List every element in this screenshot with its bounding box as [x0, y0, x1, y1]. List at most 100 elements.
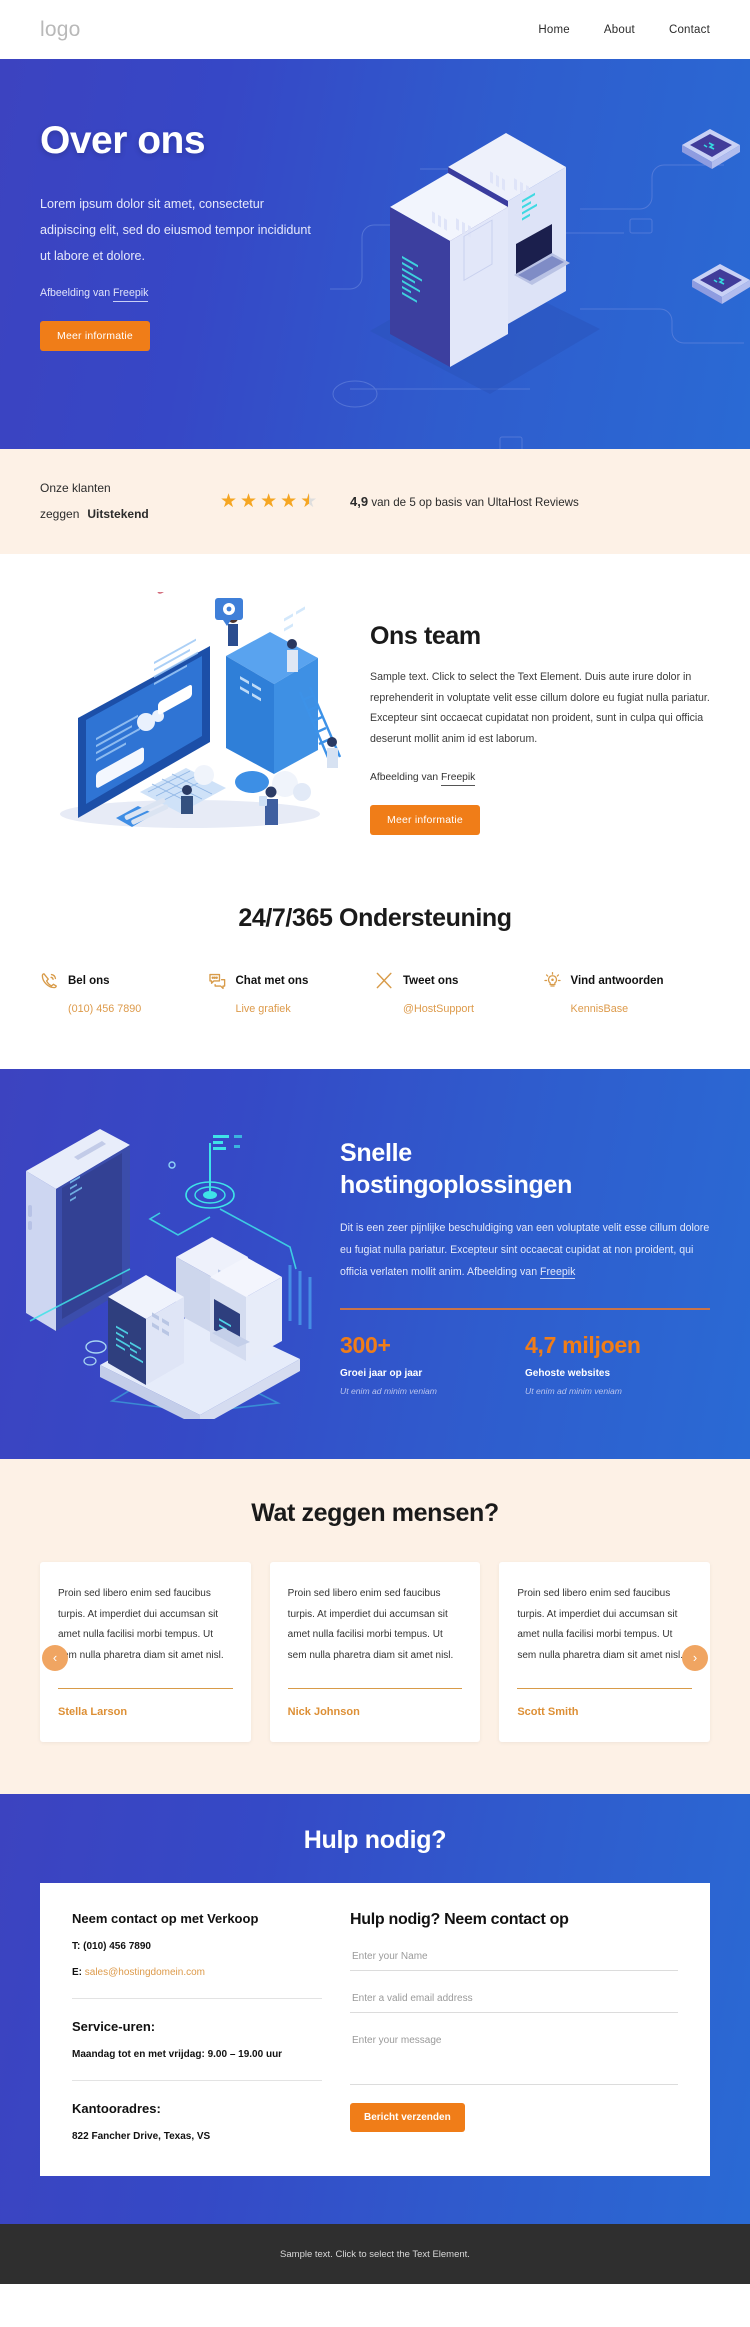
- contact-details: Neem contact op met Verkoop T: (010) 456…: [72, 1911, 322, 2142]
- hosting-stats: 300+ Groei jaar op jaar Ut enim ad minim…: [340, 1332, 710, 1396]
- reviews-line2-prefix: zeggen: [40, 506, 80, 521]
- chevron-right-icon[interactable]: ›: [682, 1644, 708, 1671]
- star-half-icon: ★: [300, 491, 319, 512]
- hosting-body: Dit is een zeer pijnlijke beschuldiging …: [340, 1217, 710, 1284]
- contact-divider: [72, 2080, 322, 2081]
- support-item-answers: Vind antwoorden KennisBase: [543, 971, 711, 1015]
- hosting-credit-prefix: Afbeelding van: [467, 1266, 541, 1279]
- hero-credit-link[interactable]: Freepik: [113, 287, 149, 303]
- contact-email: E: sales@hostingdomein.com: [72, 1967, 322, 1978]
- testimonial-author: Nick Johnson: [287, 1706, 360, 1718]
- email-input[interactable]: [350, 1981, 678, 2013]
- nav-item-contact[interactable]: Contact: [669, 24, 710, 36]
- hosting-content: Snelle hostingoplossingen Dit is een zee…: [340, 1109, 710, 1419]
- contact-section: Hulp nodig? Neem contact op met Verkoop …: [0, 1794, 750, 2224]
- team-image-credit: Afbeelding van Freepik: [370, 771, 710, 786]
- team-body: Sample text. Click to select the Text El…: [370, 671, 710, 745]
- address-value: 822 Fancher Drive, Texas, VS: [72, 2131, 211, 2142]
- hero-content: Over ons Lorem ipsum dolor sit amet, con…: [0, 59, 330, 352]
- team-section: Ons team Sample text. Click to select th…: [0, 554, 750, 888]
- testimonials-section: Wat zeggen mensen? Proin sed libero enim…: [0, 1459, 750, 1794]
- chat-icon: [208, 971, 227, 990]
- support-section: 24/7/365 Ondersteuning Bel ons (010) 456…: [0, 888, 750, 1069]
- contact-card: Neem contact op met Verkoop T: (010) 456…: [40, 1883, 710, 2176]
- support-item-sub[interactable]: KennisBase: [571, 1003, 711, 1015]
- email-value[interactable]: sales@hostingdomein.com: [82, 1967, 205, 1978]
- nav-item-about[interactable]: About: [604, 24, 635, 36]
- reviews-score: 4,9: [350, 494, 369, 509]
- hosting-title-line2: hostingoplossingen: [340, 1171, 573, 1199]
- submit-button[interactable]: Bericht verzenden: [350, 2103, 465, 2132]
- stat-value: 4,7 miljoen: [525, 1331, 641, 1358]
- address-heading: Kantooradres:: [72, 2101, 161, 2116]
- testimonial-quote: Proin sed libero enim sed faucibus turpi…: [287, 1588, 454, 1661]
- hours-value: Maandag tot en met vrijdag: 9.00 – 19.00…: [72, 2049, 283, 2060]
- hosting-credit-link[interactable]: Freepik: [540, 1266, 576, 1280]
- sales-heading: Neem contact op met Verkoop: [72, 1911, 259, 1926]
- team-illustration: [60, 592, 342, 828]
- testimonial-card: Proin sed libero enim sed faucibus turpi…: [499, 1562, 711, 1742]
- name-input[interactable]: [350, 1939, 678, 1971]
- testimonials-title: Wat zeggen mensen?: [251, 1499, 499, 1527]
- testimonial-divider: [287, 1688, 463, 1689]
- reviews-strip: Onze klanten zeggen Uitstekend ★ ★ ★ ★ ★ …: [0, 449, 750, 554]
- support-item-title: Chat met ons: [235, 974, 309, 987]
- support-item-sub[interactable]: @HostSupport: [403, 1003, 543, 1015]
- stat-label: Gehoste websites: [525, 1367, 611, 1379]
- stat-growth: 300+ Groei jaar op jaar Ut enim ad minim…: [340, 1332, 525, 1396]
- support-item-title: Vind antwoorden: [570, 974, 664, 987]
- site-footer: Sample text. Click to select the Text El…: [0, 2224, 750, 2284]
- phone-value[interactable]: (010) 456 7890: [80, 1941, 151, 1952]
- chevron-left-icon[interactable]: ‹: [42, 1644, 68, 1671]
- hero-credit-prefix: Afbeelding van: [40, 287, 114, 300]
- hero-cta-button[interactable]: Meer informatie: [40, 321, 150, 352]
- support-item-sub[interactable]: Live grafiek: [236, 1003, 376, 1015]
- message-input[interactable]: [350, 2023, 678, 2085]
- testimonial-card: Proin sed libero enim sed faucibus turpi…: [40, 1562, 251, 1742]
- hero-server-illustration: [330, 129, 750, 449]
- support-item-title: Bel ons: [68, 974, 110, 987]
- testimonial-author: Scott Smith: [517, 1706, 579, 1718]
- testimonial-card: Proin sed libero enim sed faucibus turpi…: [269, 1562, 481, 1742]
- testimonial-quote: Proin sed libero enim sed faucibus turpi…: [58, 1588, 224, 1661]
- hosting-section: Snelle hostingoplossingen Dit is een zee…: [0, 1069, 750, 1459]
- logo[interactable]: logo: [40, 18, 81, 42]
- team-credit-prefix: Afbeelding van: [370, 771, 441, 783]
- stat-hosted-sites: 4,7 miljoen Gehoste websites Ut enim ad …: [525, 1332, 710, 1396]
- star-rating: ★ ★ ★ ★ ★: [220, 490, 350, 513]
- support-item-title: Tweet ons: [403, 974, 459, 987]
- email-label: E:: [72, 1967, 82, 1978]
- star-icon: ★: [240, 491, 259, 512]
- hours-heading: Service-uren:: [72, 2019, 156, 2034]
- reviews-line1: Onze klanten: [40, 481, 111, 496]
- contact-form: Hulp nodig? Neem contact op Bericht verz…: [350, 1911, 678, 2142]
- team-title: Ons team: [370, 622, 481, 650]
- support-item-chat: Chat met ons Live grafiek: [208, 971, 376, 1015]
- stat-sub: Ut enim ad minim veniam: [340, 1385, 437, 1396]
- hero-title: Over ons: [40, 119, 206, 162]
- support-item-tweet: Tweet ons @HostSupport: [375, 971, 543, 1015]
- reviews-line2: zeggen Uitstekend: [40, 502, 220, 527]
- support-item-sub[interactable]: (010) 456 7890: [68, 1003, 208, 1015]
- testimonial-author: Stella Larson: [58, 1706, 128, 1718]
- star-icon: ★: [220, 491, 239, 512]
- form-heading: Hulp nodig? Neem contact op: [350, 1911, 569, 1928]
- main-nav: Home About Contact: [538, 24, 710, 36]
- testimonial-divider: [58, 1688, 233, 1689]
- x-twitter-icon: [375, 971, 394, 990]
- stat-label: Groei jaar op jaar: [340, 1367, 423, 1379]
- contact-phone: T: (010) 456 7890: [72, 1941, 322, 1952]
- reviews-verdict: Uitstekend: [87, 506, 149, 521]
- nav-item-home[interactable]: Home: [538, 24, 569, 36]
- hosting-title-line1: Snelle: [340, 1139, 412, 1167]
- site-header: logo Home About Contact: [0, 0, 750, 59]
- star-icon: ★: [280, 491, 299, 512]
- team-credit-link[interactable]: Freepik: [441, 771, 476, 786]
- team-cta-button[interactable]: Meer informatie: [370, 804, 480, 835]
- support-grid: Bel ons (010) 456 7890 Chat met ons Live…: [40, 971, 710, 1015]
- hosting-illustration: [26, 1129, 312, 1419]
- stat-sub: Ut enim ad minim veniam: [525, 1385, 622, 1396]
- team-content: Ons team Sample text. Click to select th…: [370, 592, 710, 842]
- hosting-title: Snelle hostingoplossingen: [340, 1137, 710, 1201]
- stat-value: 300+: [340, 1331, 391, 1358]
